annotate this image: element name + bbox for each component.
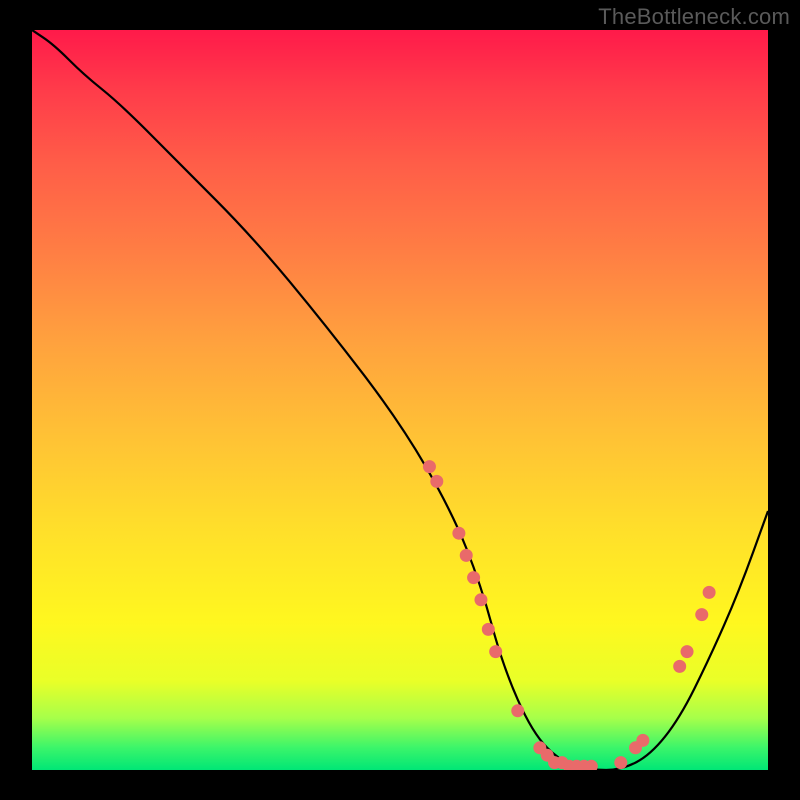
- marker-dot: [636, 734, 649, 747]
- marker-dot: [681, 645, 694, 658]
- marker-dot: [430, 475, 443, 488]
- bottleneck-curve: [32, 30, 768, 770]
- marker-dot: [511, 704, 524, 717]
- marker-dot: [695, 608, 708, 621]
- marker-dot: [673, 660, 686, 673]
- marker-dot: [467, 571, 480, 584]
- marker-dot: [703, 586, 716, 599]
- marker-dot: [452, 527, 465, 540]
- marker-dot: [423, 460, 436, 473]
- watermark-text: TheBottleneck.com: [598, 4, 790, 30]
- marker-dot: [474, 593, 487, 606]
- marker-dot: [460, 549, 473, 562]
- marker-dot: [614, 756, 627, 769]
- marker-dot: [489, 645, 502, 658]
- marker-dot: [482, 623, 495, 636]
- chart-frame: TheBottleneck.com: [0, 0, 800, 800]
- plot-area: [32, 30, 768, 770]
- marker-group: [423, 460, 716, 770]
- curve-svg: [32, 30, 768, 770]
